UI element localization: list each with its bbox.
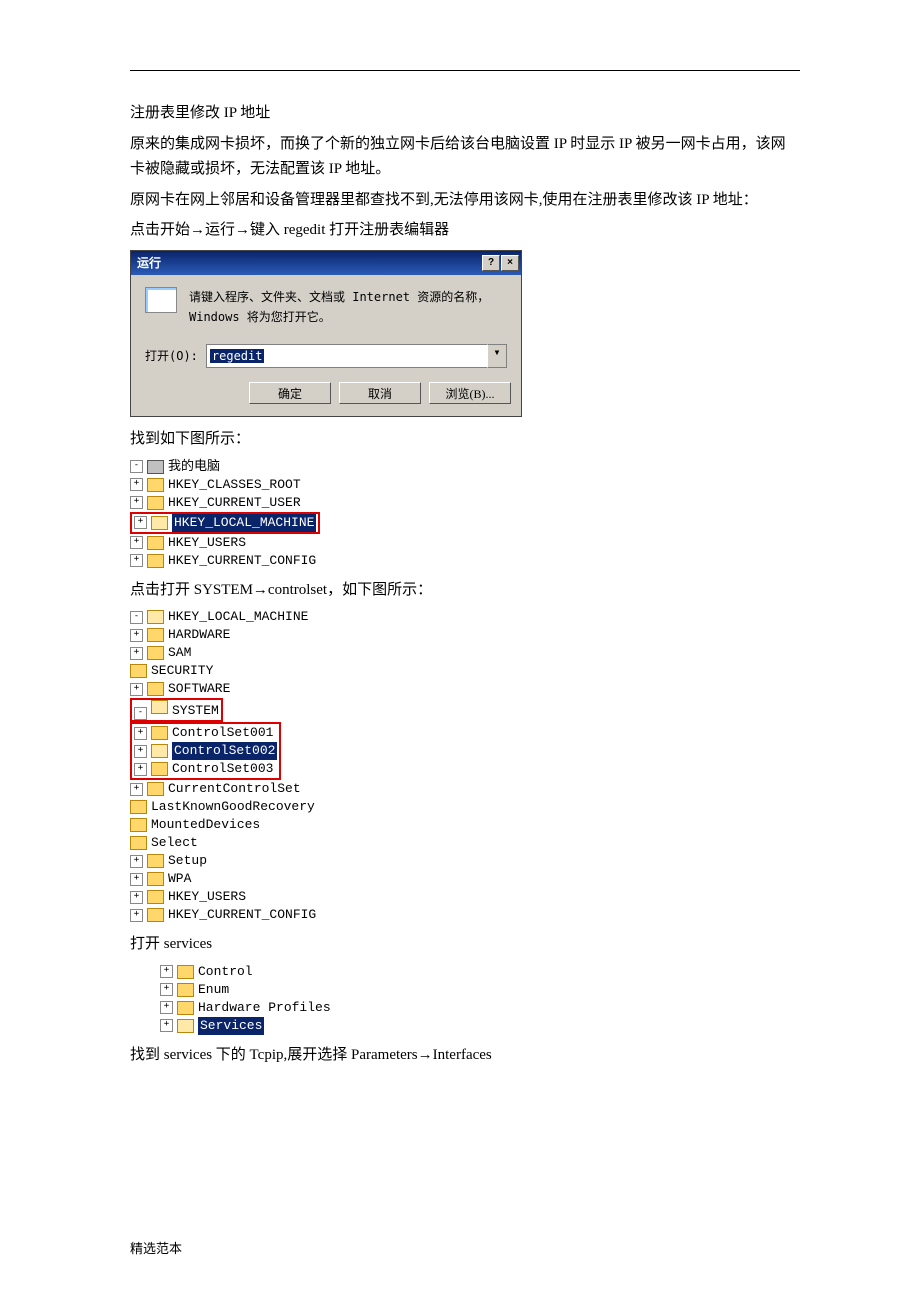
run-dialog: 运行 ? × 请键入程序、文件夹、文档或 Internet 资源的名称，Wind… xyxy=(130,250,522,418)
folder-icon xyxy=(130,836,147,850)
paragraph-1: 原来的集成网卡损坏，而换了个新的独立网卡后给该台电脑设置 IP 时显示 IP 被… xyxy=(130,132,800,183)
browse-button[interactable]: 浏览(B)... xyxy=(429,382,511,404)
folder-icon xyxy=(151,700,168,714)
tree-item[interactable]: Select xyxy=(130,834,800,852)
tree-item[interactable]: +HKEY_USERS xyxy=(130,888,800,906)
folder-icon xyxy=(147,908,164,922)
computer-icon xyxy=(147,460,164,474)
paragraph-2: 原网卡在网上邻居和设备管理器里都查找不到,无法停用该网卡,使用在注册表里修改该 … xyxy=(130,188,800,214)
folder-icon xyxy=(147,536,164,550)
tree-item[interactable]: +HKEY_CURRENT_USER xyxy=(130,494,800,512)
tree-item[interactable]: +HKEY_CURRENT_CONFIG xyxy=(130,552,800,570)
tree-item[interactable]: +Control xyxy=(160,963,800,981)
folder-icon xyxy=(147,890,164,904)
folder-icon xyxy=(147,682,164,696)
tree-item[interactable]: +CurrentControlSet xyxy=(130,780,800,798)
cancel-button[interactable]: 取消 xyxy=(339,382,421,404)
tree-item-hklm[interactable]: +HKEY_LOCAL_MACHINE xyxy=(130,512,800,534)
folder-icon xyxy=(130,664,147,678)
heading-3: 点击打开 SYSTEM→controlset，如下图所示： xyxy=(130,578,800,604)
folder-icon xyxy=(147,554,164,568)
tree-item[interactable]: +HKEY_CLASSES_ROOT xyxy=(130,476,800,494)
tree-item[interactable]: +HARDWARE xyxy=(130,626,800,644)
run-dialog-titlebar: 运行 ? × xyxy=(131,251,521,275)
tree-item[interactable]: +Hardware Profiles xyxy=(160,999,800,1017)
tree-item[interactable]: +Setup xyxy=(130,852,800,870)
folder-icon xyxy=(151,744,168,758)
run-dropdown-button[interactable]: ▾ xyxy=(487,344,507,368)
folder-icon xyxy=(147,782,164,796)
tree-item[interactable]: SECURITY xyxy=(130,662,800,680)
doc-title: 注册表里修改 IP 地址 xyxy=(130,101,800,127)
tree-item[interactable]: +SOFTWARE xyxy=(130,680,800,698)
open-label: 打开(O): xyxy=(145,346,198,366)
folder-icon xyxy=(151,726,168,740)
folder-icon xyxy=(147,628,164,642)
folder-icon xyxy=(177,965,194,979)
registry-tree-1: -我的电脑 +HKEY_CLASSES_ROOT +HKEY_CURRENT_U… xyxy=(130,458,800,570)
folder-icon xyxy=(147,478,164,492)
folder-icon xyxy=(147,610,164,624)
heading-2: 找到如下图所示： xyxy=(130,427,800,453)
heading-5: 找到 services 下的 Tcpip,展开选择 Parameters→Int… xyxy=(130,1043,800,1069)
tree-item-system[interactable]: -SYSTEM xyxy=(130,698,800,722)
folder-icon xyxy=(130,800,147,814)
folder-icon xyxy=(151,516,168,530)
folder-icon xyxy=(147,646,164,660)
folder-icon xyxy=(130,818,147,832)
run-icon xyxy=(145,287,177,313)
tree-item[interactable]: +WPA xyxy=(130,870,800,888)
run-dialog-desc: 请键入程序、文件夹、文档或 Internet 资源的名称，Windows 将为您… xyxy=(189,287,507,328)
registry-tree-3: +Control +Enum +Hardware Profiles +Servi… xyxy=(160,963,800,1035)
folder-icon xyxy=(147,854,164,868)
folder-icon xyxy=(177,1001,194,1015)
tree-item[interactable]: +HKEY_CURRENT_CONFIG xyxy=(130,906,800,924)
tree-item[interactable]: +HKEY_USERS xyxy=(130,534,800,552)
tree-item-services[interactable]: +Services xyxy=(160,1017,800,1035)
tree-item[interactable]: MountedDevices xyxy=(130,816,800,834)
tree-item[interactable]: +SAM xyxy=(130,644,800,662)
page-footer: 精选范本 xyxy=(130,1238,800,1260)
close-button[interactable]: × xyxy=(501,255,519,271)
folder-icon xyxy=(177,1019,194,1033)
folder-icon xyxy=(147,496,164,510)
tree-item[interactable]: LastKnownGoodRecovery xyxy=(130,798,800,816)
tree-root[interactable]: -我的电脑 xyxy=(130,458,800,476)
registry-tree-2: -HKEY_LOCAL_MACHINE +HARDWARE +SAM SECUR… xyxy=(130,608,800,924)
heading-4: 打开 services xyxy=(130,932,800,958)
paragraph-3: 点击开始→运行→键入 regedit 打开注册表编辑器 xyxy=(130,218,800,244)
run-dialog-title: 运行 xyxy=(137,253,161,273)
folder-icon xyxy=(151,762,168,776)
tree-item[interactable]: +Enum xyxy=(160,981,800,999)
ok-button[interactable]: 确定 xyxy=(249,382,331,404)
tree-item[interactable]: +ControlSet003 xyxy=(134,760,277,778)
tree-item[interactable]: -HKEY_LOCAL_MACHINE xyxy=(130,608,800,626)
tree-item-cs002[interactable]: +ControlSet002 xyxy=(134,742,277,760)
folder-icon xyxy=(177,983,194,997)
run-input[interactable]: regedit xyxy=(206,344,487,368)
page-rule xyxy=(130,70,800,71)
help-button[interactable]: ? xyxy=(482,255,500,271)
tree-item[interactable]: +ControlSet001 xyxy=(134,724,277,742)
folder-icon xyxy=(147,872,164,886)
